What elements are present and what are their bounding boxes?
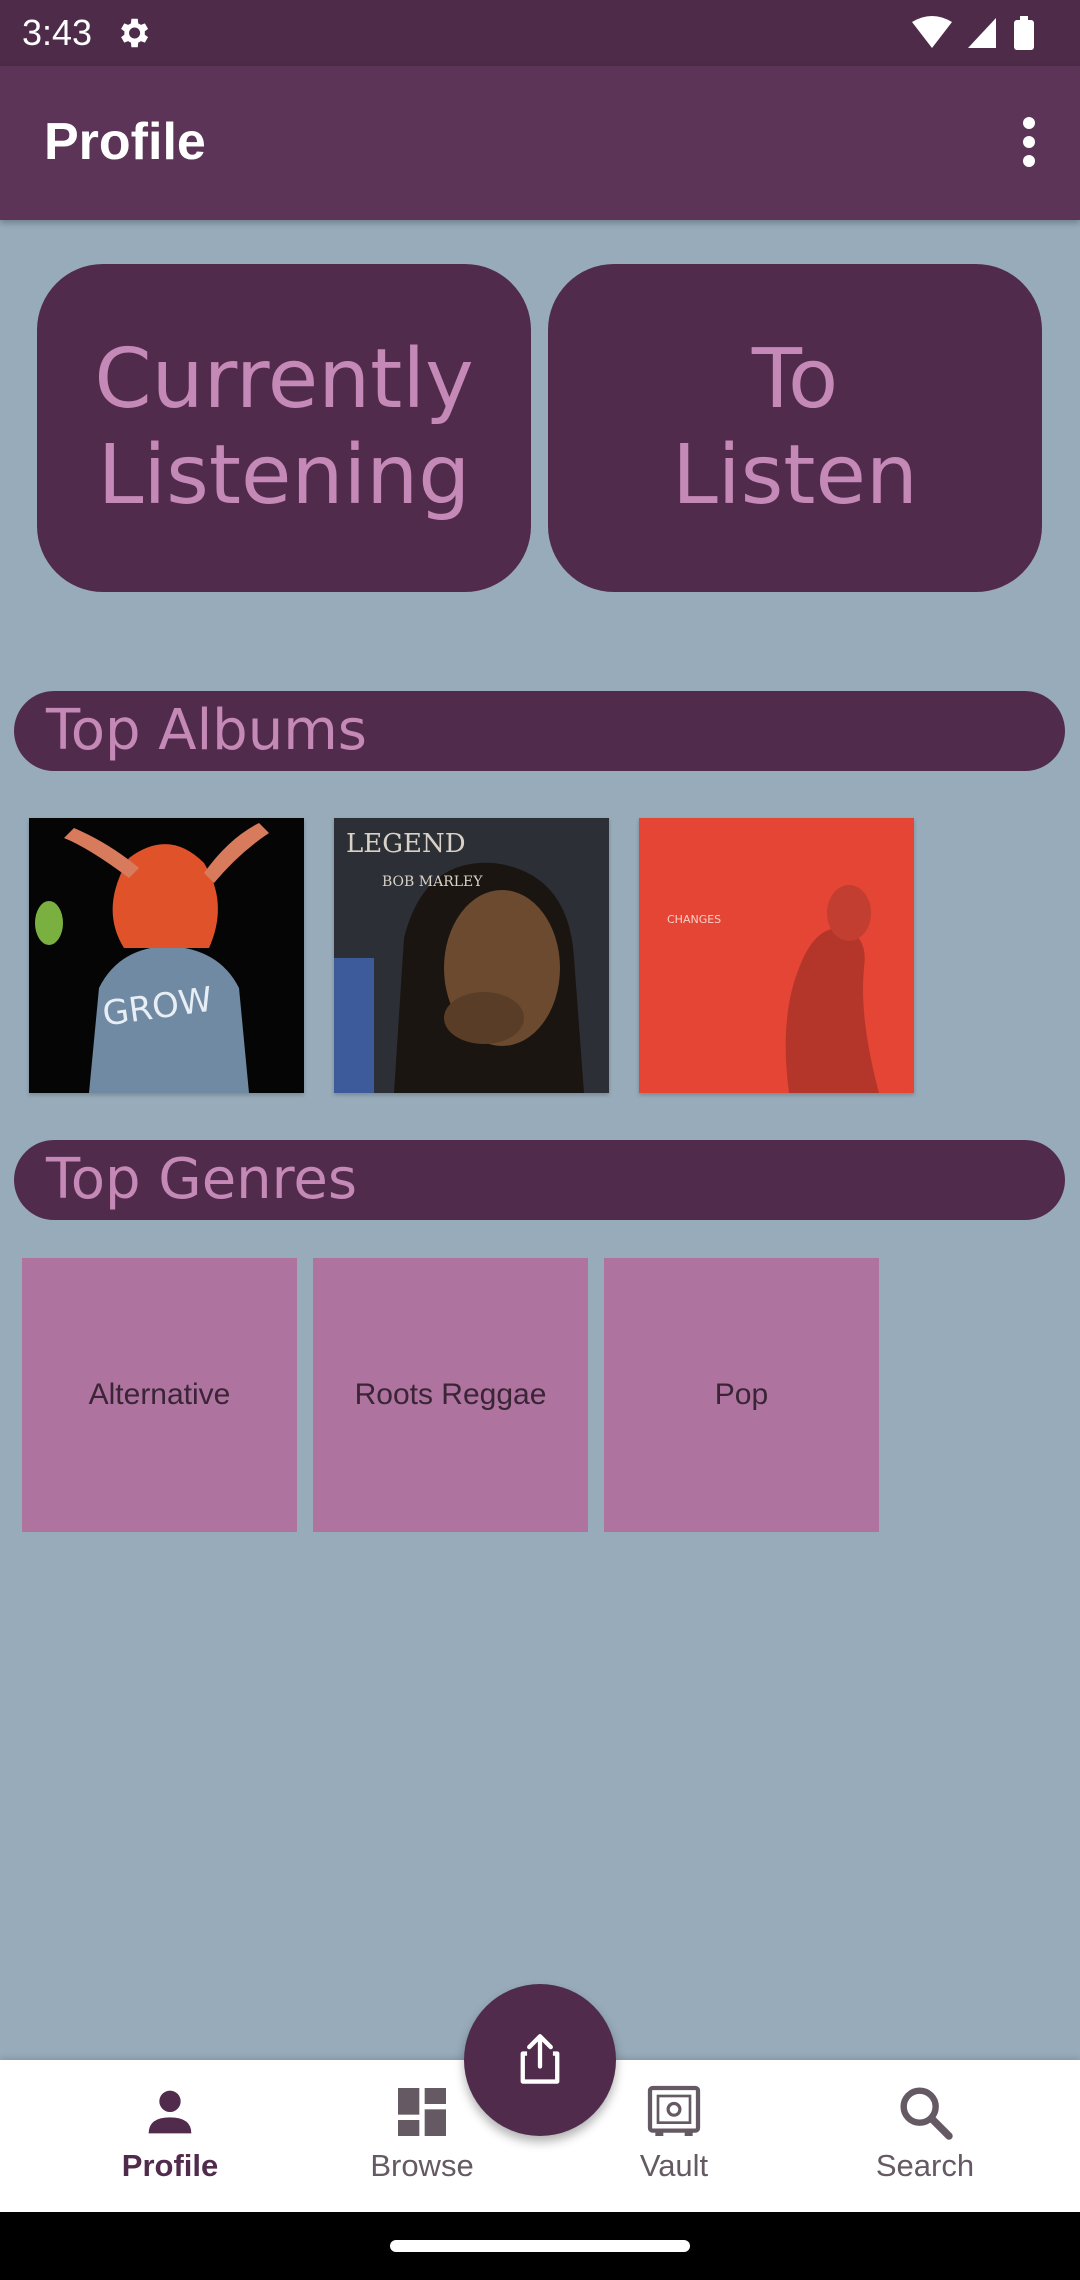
album-cover-legend[interactable]: LEGEND BOB MARLEY (334, 818, 609, 1093)
search-icon (900, 2087, 953, 2140)
dashboard-icon (398, 2088, 446, 2136)
to-listen-label: To Listen (672, 332, 918, 523)
to-listen-button[interactable]: To Listen (548, 264, 1042, 592)
system-status-icons (912, 16, 1034, 50)
top-albums-title: Top Albums (46, 698, 367, 763)
genre-tile-roots-reggae[interactable]: Roots Reggae (313, 1258, 588, 1532)
top-genres-header: Top Genres (14, 1140, 1065, 1220)
album-cover-grow[interactable]: GROW (29, 818, 304, 1093)
battery-icon (1014, 20, 1034, 50)
page-title: Profile (44, 113, 206, 171)
currently-listening-button[interactable]: Currently Listening (37, 264, 531, 592)
wifi-icon (912, 16, 952, 48)
genre-label: Alternative (88, 1378, 231, 1411)
status-bar: 3:43 (0, 0, 1080, 66)
nav-label-vault: Vault (639, 2148, 709, 2183)
signal-icon (968, 18, 996, 48)
home-gesture-handle[interactable] (390, 2240, 690, 2252)
status-time: 3:43 (22, 12, 93, 53)
nav-label-profile: Profile (121, 2148, 219, 2183)
nav-item-search[interactable]: Search (825, 2080, 1025, 2204)
top-genres-title: Top Genres (46, 1147, 358, 1212)
album-art-changes: CHANGES (639, 818, 914, 1093)
genre-tile-pop[interactable]: Pop (604, 1258, 879, 1532)
vault-icon (647, 2085, 701, 2136)
currently-listening-label: Currently Listening (94, 332, 474, 523)
genre-label: Pop (714, 1378, 769, 1411)
share-icon (520, 2034, 560, 2084)
settings-gear-icon (121, 18, 149, 48)
album-cover-changes[interactable]: CHANGES (639, 818, 914, 1093)
nav-label-search: Search (875, 2148, 975, 2183)
nav-label-browse: Browse (370, 2148, 474, 2183)
app-bar: Profile (0, 66, 1080, 220)
share-fab-button[interactable] (464, 1984, 616, 2136)
genre-label: Roots Reggae (354, 1378, 547, 1411)
album-art-grow: GROW (29, 818, 304, 1093)
gesture-navigation-bar (0, 2212, 1080, 2280)
album-cover-text-legend: LEGEND (346, 829, 466, 859)
nav-item-profile[interactable]: Profile (70, 2080, 270, 2204)
album-art-legend: LEGEND BOB MARLEY (334, 818, 609, 1093)
person-icon (148, 2090, 192, 2134)
more-options-icon[interactable] (1004, 114, 1054, 170)
top-albums-header: Top Albums (14, 691, 1065, 771)
genre-tile-alternative[interactable]: Alternative (22, 1258, 297, 1532)
album-cover-text-changes: CHANGES (667, 913, 721, 926)
album-cover-subtext-legend: BOB MARLEY (382, 874, 483, 890)
